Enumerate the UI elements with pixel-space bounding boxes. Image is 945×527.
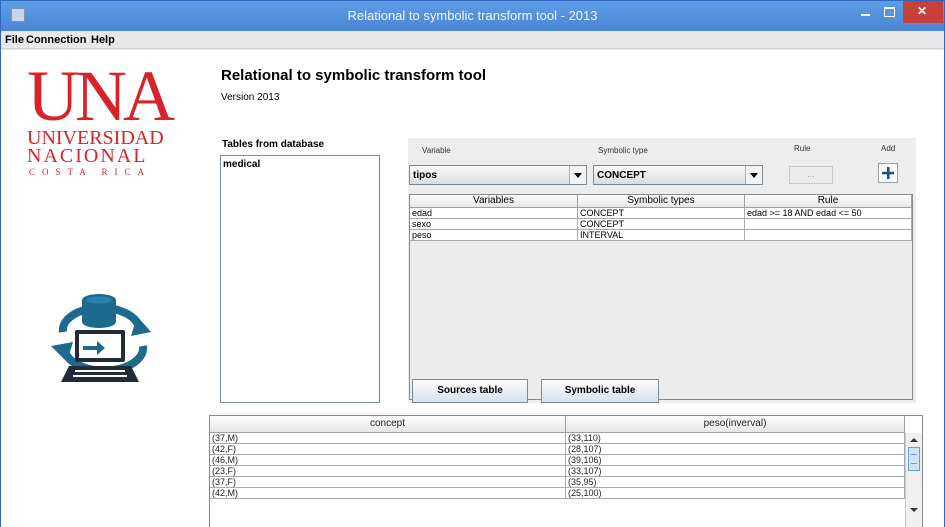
column-header[interactable]: Symbolic types — [578, 195, 745, 208]
menu-bar: File Connection Help — [1, 31, 944, 49]
table-cell[interactable]: (37,M) — [210, 433, 566, 444]
table-cell[interactable]: (46,M) — [210, 455, 566, 466]
table-cell[interactable]: (42,F) — [210, 444, 566, 455]
version-label: Version 2013 — [221, 92, 280, 103]
table-cell[interactable]: CONCEPT — [578, 208, 745, 219]
column-header[interactable]: concept — [210, 416, 566, 433]
table-cell[interactable] — [745, 230, 912, 241]
add-label: Add — [881, 144, 896, 153]
symbolic-result-table[interactable]: concept peso(inverval) (37,M) (33,110) (… — [209, 415, 923, 527]
menu-connection[interactable]: Connection — [26, 34, 87, 46]
column-header[interactable]: Rule — [745, 195, 912, 208]
chevron-down-icon[interactable] — [569, 166, 586, 184]
title-bar[interactable]: Relational to symbolic transform tool - … — [1, 1, 944, 31]
app-window: Relational to symbolic transform tool - … — [0, 0, 945, 527]
table-cell[interactable] — [745, 219, 912, 230]
column-header[interactable]: Variables — [410, 195, 578, 208]
table-cell[interactable]: (33,107) — [566, 466, 905, 477]
chevron-down-icon[interactable] — [745, 166, 762, 184]
maximize-button[interactable] — [877, 1, 901, 23]
table-cell[interactable]: INTERVAL — [578, 230, 745, 241]
table-cell[interactable]: (35,95) — [566, 477, 905, 488]
close-button[interactable] — [903, 1, 943, 23]
rule-label: Rule — [794, 144, 811, 153]
table-cell[interactable]: peso — [410, 230, 578, 241]
logo-nacional: NACIONAL — [27, 145, 148, 167]
symbolic-type-select[interactable]: CONCEPT — [593, 165, 763, 185]
variable-select[interactable]: tipos — [409, 165, 587, 185]
logo-costa-rica: COSTA RICA — [29, 167, 152, 177]
table-cell[interactable]: (39,106) — [566, 455, 905, 466]
table-cell[interactable]: (25,100) — [566, 488, 905, 499]
symbolic-type-select-value: CONCEPT — [597, 170, 646, 181]
scrollbar-thumb[interactable] — [908, 447, 920, 471]
transform-panel: Variable Symbolic type Rule Add tipos CO… — [408, 138, 916, 403]
column-header[interactable]: peso(inverval) — [566, 416, 905, 433]
main-content: UNA UNIVERSIDAD NACIONAL COSTA RICA Rela… — [1, 50, 944, 527]
table-cell[interactable]: CONCEPT — [578, 219, 745, 230]
table-cell[interactable]: edad >= 18 AND edad <= 50 — [745, 208, 912, 219]
table-cell[interactable]: sexo — [410, 219, 578, 230]
vertical-scrollbar[interactable] — [905, 433, 922, 527]
table-cell[interactable]: (33,110) — [566, 433, 905, 444]
minimize-button[interactable] — [853, 1, 877, 23]
symbolic-type-label: Symbolic type — [598, 146, 648, 155]
window-title: Relational to symbolic transform tool - … — [347, 8, 598, 23]
tables-label: Tables from database — [222, 139, 325, 150]
list-item[interactable]: medical — [223, 159, 260, 170]
menu-help[interactable]: Help — [91, 34, 115, 46]
table-cell[interactable]: (42,M) — [210, 488, 566, 499]
table-cell[interactable]: (37,F) — [210, 477, 566, 488]
tables-list[interactable]: medical — [220, 155, 380, 403]
table-cell[interactable]: edad — [410, 208, 578, 219]
scroll-up-icon[interactable] — [906, 433, 922, 447]
variable-label: Variable — [422, 146, 451, 155]
variable-select-value: tipos — [413, 170, 437, 181]
menu-file[interactable]: File — [5, 34, 24, 46]
symbolic-table-button[interactable]: Symbolic table — [541, 379, 659, 403]
variables-table[interactable]: Variables Symbolic types Rule edad CONCE… — [409, 194, 913, 400]
table-cell[interactable]: (28,107) — [566, 444, 905, 455]
page-title: Relational to symbolic transform tool — [221, 67, 487, 84]
add-button[interactable] — [878, 163, 898, 183]
logo-una: UNA — [27, 56, 175, 136]
scroll-down-icon[interactable] — [906, 503, 922, 517]
table-cell[interactable]: (23,F) — [210, 466, 566, 477]
rule-button[interactable]: ... — [789, 166, 833, 184]
sources-table-button[interactable]: Sources table — [412, 379, 528, 403]
database-transfer-icon — [51, 294, 151, 382]
plus-icon — [882, 167, 894, 179]
